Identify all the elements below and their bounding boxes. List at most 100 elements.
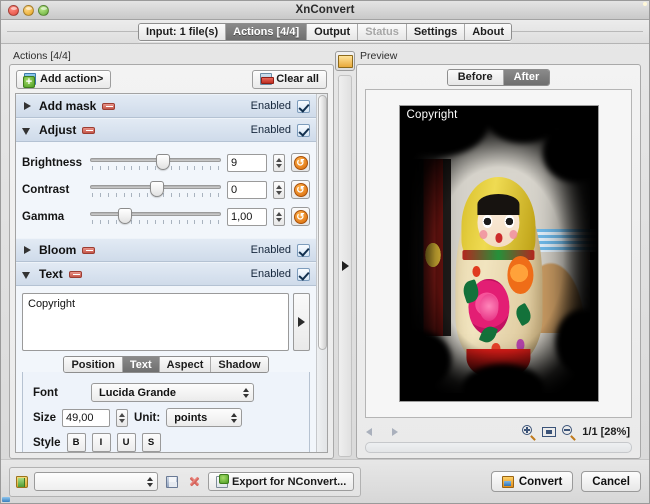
action-list-scrollbar[interactable] (316, 94, 327, 452)
gamma-slider[interactable] (90, 207, 221, 227)
cancel-button[interactable]: Cancel (581, 471, 641, 492)
enabled-checkbox[interactable] (297, 100, 310, 113)
save-preset-button[interactable] (164, 474, 180, 490)
preview-toolbar: 1/1 [28%] (357, 422, 640, 442)
tab-input[interactable]: Input: 1 file(s) (139, 24, 226, 40)
preview-status: 1/1 [28%] (582, 426, 630, 438)
brightness-stepper[interactable] (273, 154, 285, 172)
remove-action-icon[interactable] (69, 271, 82, 278)
reset-icon (294, 183, 308, 197)
bold-button[interactable]: B (67, 433, 86, 452)
text-subtabs: Position Text Aspect Shadow (63, 356, 268, 373)
previous-image-button[interactable] (365, 426, 379, 438)
action-item-text[interactable]: Text Enabled (16, 262, 316, 286)
subtab-shadow[interactable]: Shadow (211, 357, 267, 372)
gamma-stepper[interactable] (273, 208, 285, 226)
action-list: Add mask Enabled Adjust Enab (15, 93, 328, 453)
scrollbar-thumb[interactable] (318, 95, 327, 350)
adjust-body: Brightness 9 (16, 142, 316, 238)
remove-action-icon[interactable] (102, 103, 115, 110)
tab-actions[interactable]: Actions [4/4] (226, 24, 307, 40)
tab-after[interactable]: After (504, 70, 550, 85)
contrast-value[interactable]: 0 (227, 181, 267, 199)
convert-label: Convert (519, 476, 562, 488)
size-row: Size 49,00 Unit: points (33, 405, 301, 430)
chevron-right-icon[interactable] (22, 101, 33, 112)
enabled-checkbox[interactable] (297, 124, 310, 137)
clear-all-button[interactable]: Clear all (252, 70, 327, 89)
photo-books (400, 159, 451, 336)
collapse-panel-handle[interactable] (338, 75, 352, 457)
size-stepper[interactable] (116, 409, 128, 427)
tab-settings[interactable]: Settings (407, 24, 465, 40)
export-nconvert-button[interactable]: Export for NConvert... (208, 472, 354, 491)
enabled-checkbox[interactable] (297, 268, 310, 281)
add-icon (24, 73, 36, 85)
convert-button[interactable]: Convert (491, 471, 573, 492)
brightness-reset-button[interactable] (291, 153, 310, 172)
subtab-position[interactable]: Position (64, 357, 122, 372)
doll-cheek-right (510, 230, 518, 239)
strikethrough-button[interactable]: S (142, 433, 161, 452)
preview-toggle-button[interactable] (335, 51, 355, 71)
window-title: XnConvert (1, 4, 649, 16)
image-icon (338, 55, 353, 68)
action-item-bloom[interactable]: Bloom Enabled (16, 238, 316, 262)
tab-before[interactable]: Before (448, 70, 504, 85)
zoom-in-button[interactable] (522, 425, 536, 439)
slider-knob[interactable] (156, 154, 170, 170)
contrast-stepper[interactable] (273, 181, 285, 199)
action-item-add-mask[interactable]: Add mask Enabled (16, 94, 316, 118)
save-icon (166, 476, 178, 488)
chevron-right-icon[interactable] (22, 245, 33, 256)
preview-canvas[interactable]: Copyright (365, 89, 632, 418)
italic-button[interactable]: I (92, 433, 111, 452)
watermark-text: Copyright (407, 109, 458, 121)
brightness-label: Brightness (22, 157, 84, 169)
unit-select[interactable]: points (166, 408, 242, 427)
font-row: Font Lucida Grande (33, 380, 301, 405)
delete-preset-button[interactable] (186, 474, 202, 490)
bottom-bar: Export for NConvert... Convert Cancel (1, 459, 649, 503)
unit-label: Unit: (134, 412, 160, 424)
preview-container: Before After (356, 64, 641, 459)
enabled-label: Enabled (251, 268, 291, 280)
folder-icon[interactable] (16, 476, 28, 488)
contrast-slider[interactable] (90, 180, 221, 200)
subtab-text[interactable]: Text (123, 357, 160, 372)
brightness-row: Brightness 9 (22, 149, 310, 176)
brightness-slider[interactable] (90, 153, 221, 173)
font-select[interactable]: Lucida Grande (91, 383, 254, 402)
export-label: Export for NConvert... (232, 476, 346, 488)
subtab-aspect[interactable]: Aspect (160, 357, 212, 372)
slider-knob[interactable] (150, 181, 164, 197)
chevron-right-icon (298, 317, 305, 327)
font-label: Font (33, 387, 85, 399)
next-image-button[interactable] (385, 426, 399, 438)
chevron-down-icon[interactable] (22, 269, 33, 280)
remove-action-icon[interactable] (82, 127, 95, 134)
font-value: Lucida Grande (99, 387, 176, 399)
slider-knob[interactable] (118, 208, 132, 224)
add-action-button[interactable]: Add action> (16, 70, 111, 89)
underline-button[interactable]: U (117, 433, 136, 452)
gamma-value[interactable]: 1,00 (227, 208, 267, 226)
text-variables-button[interactable] (293, 293, 310, 351)
zoom-out-button[interactable] (562, 425, 576, 439)
chevron-down-icon[interactable] (22, 125, 33, 136)
text-content-input[interactable]: Copyright (22, 293, 289, 351)
preview-horizontal-scrollbar[interactable] (365, 442, 632, 453)
action-item-adjust[interactable]: Adjust Enabled (16, 118, 316, 142)
enabled-checkbox[interactable] (297, 244, 310, 257)
preset-select[interactable] (34, 472, 158, 491)
contrast-label: Contrast (22, 184, 84, 196)
contrast-reset-button[interactable] (291, 180, 310, 199)
tab-about[interactable]: About (465, 24, 511, 40)
zoom-fit-button[interactable] (542, 426, 556, 438)
action-title: Adjust (39, 123, 76, 137)
brightness-value[interactable]: 9 (227, 154, 267, 172)
remove-action-icon[interactable] (82, 247, 95, 254)
tab-output[interactable]: Output (307, 24, 358, 40)
gamma-reset-button[interactable] (291, 207, 310, 226)
size-input[interactable]: 49,00 (62, 409, 110, 427)
